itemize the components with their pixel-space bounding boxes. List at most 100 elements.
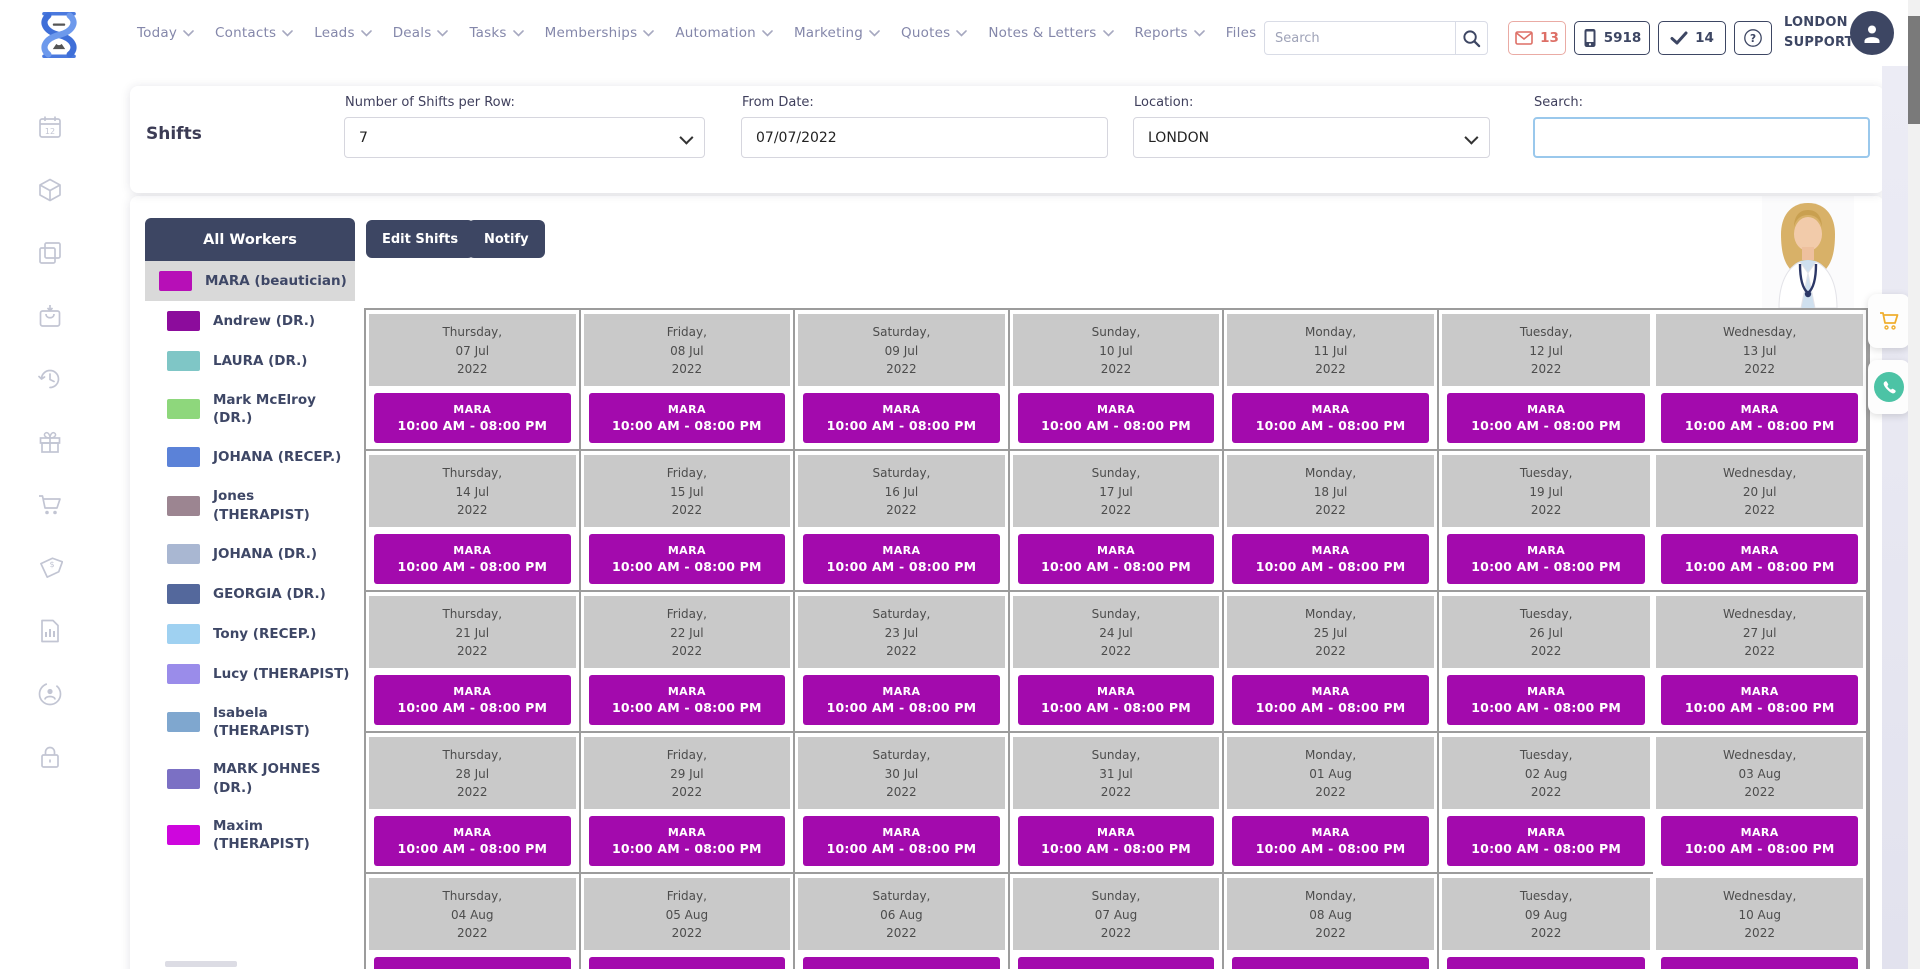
menu-item[interactable]: Today: [137, 25, 194, 41]
shift-block[interactable]: MARA 10:00 AM - 08:00 PM: [1018, 393, 1215, 443]
shift-block[interactable]: MARA 10:00 AM - 08:00 PM: [803, 957, 1000, 969]
history-icon[interactable]: [37, 366, 63, 392]
filter-search-label: Search:: [1534, 95, 1583, 110]
worker-list-item[interactable]: Jones (THERAPIST): [145, 477, 355, 533]
shift-block[interactable]: MARA 10:00 AM - 08:00 PM: [589, 957, 786, 969]
menu-item[interactable]: Tasks: [469, 25, 523, 41]
menu-item[interactable]: Deals: [393, 25, 449, 41]
shift-block[interactable]: MARA 10:00 AM - 08:00 PM: [1232, 816, 1429, 866]
notify-button[interactable]: Notify: [468, 220, 545, 258]
shift-block[interactable]: MARA 10:00 AM - 08:00 PM: [1447, 675, 1646, 725]
package-icon[interactable]: [37, 177, 63, 203]
worker-list-item[interactable]: JOHANA (DR.): [145, 534, 355, 574]
shift-block[interactable]: MARA 10:00 AM - 08:00 PM: [803, 816, 1000, 866]
worker-list-item[interactable]: Maxim (THERAPIST): [145, 807, 355, 863]
from-date-input[interactable]: [742, 130, 1107, 146]
lock-icon[interactable]: [37, 744, 63, 770]
date-label: 21 Jul: [369, 624, 576, 643]
worker-list-item[interactable]: MARK JOHNES (DR.): [145, 750, 355, 806]
shift-block[interactable]: MARA 10:00 AM - 08:00 PM: [1661, 816, 1858, 866]
shift-block[interactable]: MARA 10:00 AM - 08:00 PM: [589, 816, 786, 866]
shift-worker-name: MARA: [1097, 685, 1135, 698]
location-select[interactable]: LONDON: [1133, 117, 1490, 158]
account-icon[interactable]: [37, 681, 63, 707]
report-icon[interactable]: [37, 618, 63, 644]
shift-block[interactable]: MARA 10:00 AM - 08:00 PM: [1018, 957, 1215, 969]
shift-block[interactable]: MARA 10:00 AM - 08:00 PM: [1661, 393, 1858, 443]
shift-block[interactable]: MARA 10:00 AM - 08:00 PM: [1447, 534, 1646, 584]
date-label: 18 Jul: [1227, 483, 1434, 502]
copy-icon[interactable]: [37, 240, 63, 266]
shift-block[interactable]: MARA 10:00 AM - 08:00 PM: [589, 534, 786, 584]
shift-block[interactable]: MARA 10:00 AM - 08:00 PM: [803, 675, 1000, 725]
menu-item[interactable]: Files: [1226, 25, 1257, 41]
shift-block[interactable]: MARA 10:00 AM - 08:00 PM: [1661, 534, 1858, 584]
edit-shifts-button[interactable]: Edit Shifts: [366, 220, 474, 258]
help-button[interactable]: ?: [1734, 21, 1772, 55]
shift-block[interactable]: MARA 10:00 AM - 08:00 PM: [589, 675, 786, 725]
worker-list-item[interactable]: Mark McElroy (DR.): [145, 381, 355, 437]
shift-block[interactable]: MARA 10:00 AM - 08:00 PM: [374, 534, 571, 584]
menu-item[interactable]: Leads: [314, 25, 371, 41]
calls-badge[interactable]: 5918: [1574, 21, 1650, 55]
shift-block[interactable]: MARA 10:00 AM - 08:00 PM: [374, 957, 571, 969]
worker-list-item[interactable]: Tony (RECEP.): [145, 614, 355, 654]
mail-notifications-badge[interactable]: 13: [1508, 21, 1566, 55]
search-icon[interactable]: [1456, 22, 1487, 54]
menu-item[interactable]: Notes & Letters: [988, 25, 1113, 41]
shift-worker-name: MARA: [668, 403, 706, 416]
worker-list-item[interactable]: JOHANA (RECEP.): [145, 437, 355, 477]
shift-block[interactable]: MARA 10:00 AM - 08:00 PM: [1018, 816, 1215, 866]
menu-item[interactable]: Memberships: [545, 25, 655, 41]
shift-block[interactable]: MARA 10:00 AM - 08:00 PM: [589, 393, 786, 443]
shopping-bag-icon[interactable]: [37, 303, 63, 329]
menu-item[interactable]: Contacts: [215, 25, 293, 41]
menu-item[interactable]: Marketing: [794, 25, 880, 41]
shift-block[interactable]: MARA 10:00 AM - 08:00 PM: [1018, 534, 1215, 584]
shift-block[interactable]: MARA 10:00 AM - 08:00 PM: [374, 816, 571, 866]
shift-block[interactable]: MARA 10:00 AM - 08:00 PM: [803, 534, 1000, 584]
app-logo-hourglass-icon[interactable]: [36, 7, 82, 67]
search-input[interactable]: [1265, 22, 1455, 54]
shift-block[interactable]: MARA 10:00 AM - 08:00 PM: [1232, 675, 1429, 725]
shift-block[interactable]: MARA 10:00 AM - 08:00 PM: [374, 393, 571, 443]
account-name: LONDON SUPPORT: [1784, 13, 1854, 53]
date-label: 14 Jul: [369, 483, 576, 502]
shift-block[interactable]: MARA 10:00 AM - 08:00 PM: [1232, 957, 1429, 969]
worker-list-item[interactable]: Andrew (DR.): [145, 301, 355, 341]
shift-block[interactable]: MARA 10:00 AM - 08:00 PM: [374, 675, 571, 725]
menu-item[interactable]: Automation: [675, 25, 773, 41]
shift-block[interactable]: MARA 10:00 AM - 08:00 PM: [803, 393, 1000, 443]
price-tag-icon[interactable]: $: [37, 555, 63, 581]
shifts-per-row-select[interactable]: 7: [344, 117, 705, 158]
shift-block[interactable]: MARA 10:00 AM - 08:00 PM: [1232, 393, 1429, 443]
cart-fab-button[interactable]: [1868, 294, 1910, 348]
year-label: 2022: [1013, 360, 1220, 379]
shift-block[interactable]: MARA 10:00 AM - 08:00 PM: [1661, 675, 1858, 725]
filter-search-input[interactable]: [1535, 130, 1868, 146]
tasks-badge[interactable]: 14: [1658, 21, 1726, 55]
gift-icon[interactable]: [37, 429, 63, 455]
calendar-icon[interactable]: 12: [37, 114, 63, 140]
date-label: 23 Jul: [798, 624, 1005, 643]
shift-block[interactable]: MARA 10:00 AM - 08:00 PM: [1018, 675, 1215, 725]
phone-fab-button[interactable]: [1868, 360, 1910, 414]
worker-color-chip: [167, 584, 200, 604]
worker-list-item[interactable]: LAURA (DR.): [145, 341, 355, 381]
scrollbar-thumb[interactable]: [1908, 16, 1920, 124]
worker-list-item[interactable]: Isabela (THERAPIST): [145, 694, 355, 750]
worker-list-item[interactable]: Lucy (THERAPIST): [145, 654, 355, 694]
shift-block[interactable]: MARA 10:00 AM - 08:00 PM: [1447, 816, 1646, 866]
shift-block[interactable]: MARA 10:00 AM - 08:00 PM: [1232, 534, 1429, 584]
shift-block[interactable]: MARA 10:00 AM - 08:00 PM: [1661, 957, 1858, 969]
menu-item[interactable]: Reports: [1135, 25, 1205, 41]
user-avatar[interactable]: [1850, 11, 1894, 55]
page-scrollbar[interactable]: [1908, 0, 1920, 969]
menu-item[interactable]: Quotes: [901, 25, 967, 41]
cart-icon[interactable]: [37, 492, 63, 518]
worker-list-item[interactable]: MARA (beautician): [145, 261, 355, 301]
shift-block[interactable]: MARA 10:00 AM - 08:00 PM: [1447, 957, 1646, 969]
all-workers-button[interactable]: All Workers: [145, 218, 355, 261]
worker-list-item[interactable]: GEORGIA (DR.): [145, 574, 355, 614]
shift-block[interactable]: MARA 10:00 AM - 08:00 PM: [1447, 393, 1646, 443]
